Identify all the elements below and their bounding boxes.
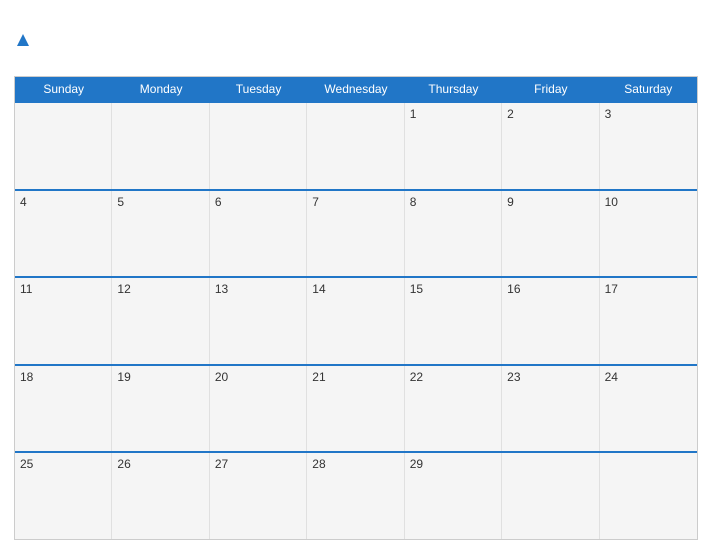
- day-cell: [600, 453, 697, 539]
- day-cell: 14: [307, 278, 404, 364]
- week-row-2: 4 5 6 7 8 9 10: [15, 189, 697, 277]
- day-number: 12: [117, 282, 130, 296]
- day-number: 4: [20, 195, 27, 209]
- day-cell: 13: [210, 278, 307, 364]
- calendar-grid: SundayMondayTuesdayWednesdayThursdayFrid…: [14, 76, 698, 540]
- day-header-thursday: Thursday: [405, 77, 502, 101]
- day-number: 29: [410, 457, 423, 471]
- day-number: 18: [20, 370, 33, 384]
- day-header-monday: Monday: [112, 77, 209, 101]
- day-cell: 17: [600, 278, 697, 364]
- day-cell: 22: [405, 366, 502, 452]
- day-cell: 27: [210, 453, 307, 539]
- day-header-friday: Friday: [502, 77, 599, 101]
- day-cell: [502, 453, 599, 539]
- day-number: 22: [410, 370, 423, 384]
- day-header-saturday: Saturday: [600, 77, 697, 101]
- week-row-3: 11 12 13 14 15 16 17: [15, 276, 697, 364]
- day-cell: 4: [15, 191, 112, 277]
- day-number: 19: [117, 370, 130, 384]
- day-number: 27: [215, 457, 228, 471]
- day-cell: 21: [307, 366, 404, 452]
- day-number: 2: [507, 107, 514, 121]
- day-number: 6: [215, 195, 222, 209]
- day-number: 13: [215, 282, 228, 296]
- day-number: 20: [215, 370, 228, 384]
- week-row-1: 1 2 3: [15, 101, 697, 189]
- day-cell: [15, 103, 112, 189]
- day-header-sunday: Sunday: [15, 77, 112, 101]
- header: [14, 10, 698, 70]
- day-number: 25: [20, 457, 33, 471]
- day-number: 24: [605, 370, 618, 384]
- day-number: 3: [605, 107, 612, 121]
- day-number: 9: [507, 195, 514, 209]
- day-cell: 26: [112, 453, 209, 539]
- day-number: 26: [117, 457, 130, 471]
- day-number: 15: [410, 282, 423, 296]
- day-cell: 19: [112, 366, 209, 452]
- day-cell: 24: [600, 366, 697, 452]
- calendar-page: SundayMondayTuesdayWednesdayThursdayFrid…: [0, 0, 712, 550]
- day-number: 10: [605, 195, 618, 209]
- day-number: 16: [507, 282, 520, 296]
- day-cell: 20: [210, 366, 307, 452]
- day-cell: 16: [502, 278, 599, 364]
- day-cell: 18: [15, 366, 112, 452]
- day-headers-row: SundayMondayTuesdayWednesdayThursdayFrid…: [15, 77, 697, 101]
- day-cell: 2: [502, 103, 599, 189]
- day-cell: 28: [307, 453, 404, 539]
- day-number: 23: [507, 370, 520, 384]
- logo: [14, 33, 30, 47]
- day-number: 21: [312, 370, 325, 384]
- weeks-container: 1234567891011121314151617181920212223242…: [15, 101, 697, 539]
- day-cell: 6: [210, 191, 307, 277]
- day-cell: [307, 103, 404, 189]
- day-header-wednesday: Wednesday: [307, 77, 404, 101]
- day-cell: 15: [405, 278, 502, 364]
- day-cell: 7: [307, 191, 404, 277]
- day-cell: 10: [600, 191, 697, 277]
- day-number: 14: [312, 282, 325, 296]
- day-cell: 5: [112, 191, 209, 277]
- day-cell: 12: [112, 278, 209, 364]
- day-cell: 11: [15, 278, 112, 364]
- day-number: 7: [312, 195, 319, 209]
- day-number: 5: [117, 195, 124, 209]
- day-cell: 3: [600, 103, 697, 189]
- day-cell: 29: [405, 453, 502, 539]
- week-row-4: 18 19 20 21 22 23 24: [15, 364, 697, 452]
- day-number: 8: [410, 195, 417, 209]
- day-cell: 23: [502, 366, 599, 452]
- day-cell: [112, 103, 209, 189]
- day-number: 11: [20, 282, 32, 296]
- logo-flag-icon: [16, 33, 30, 47]
- day-number: 17: [605, 282, 618, 296]
- day-cell: [210, 103, 307, 189]
- day-number: 1: [410, 107, 417, 121]
- day-cell: 9: [502, 191, 599, 277]
- week-row-5: 25 26 27 28 29: [15, 451, 697, 539]
- day-number: 28: [312, 457, 325, 471]
- day-cell: 25: [15, 453, 112, 539]
- day-cell: 1: [405, 103, 502, 189]
- day-cell: 8: [405, 191, 502, 277]
- day-header-tuesday: Tuesday: [210, 77, 307, 101]
